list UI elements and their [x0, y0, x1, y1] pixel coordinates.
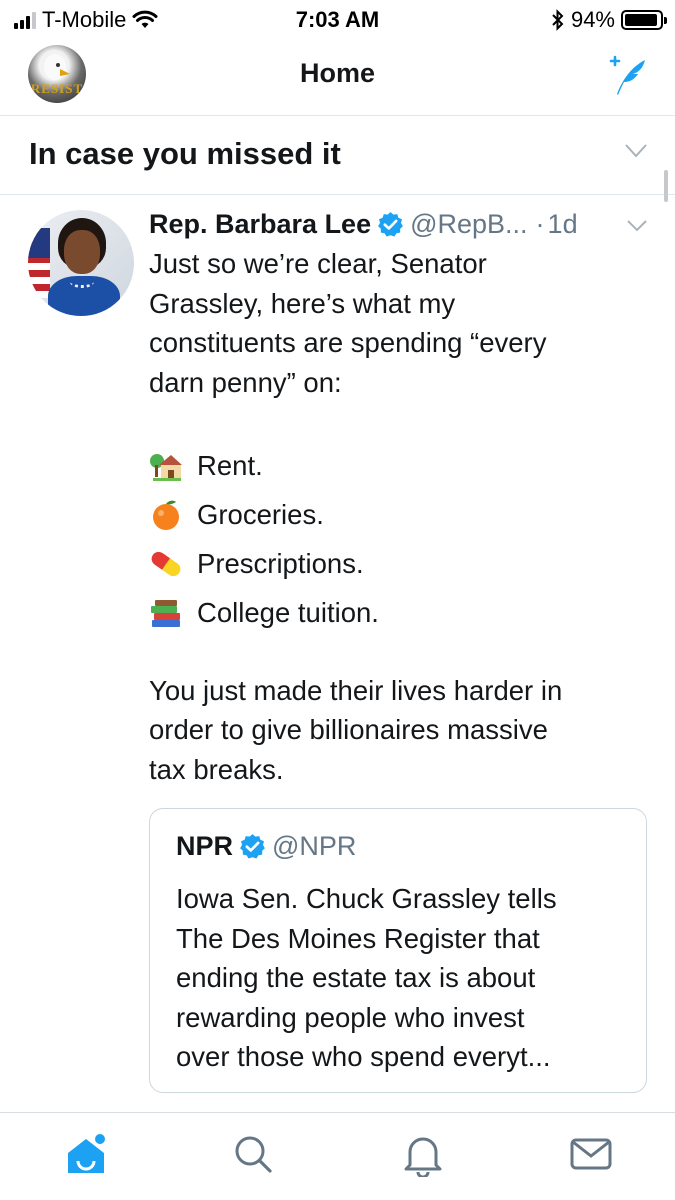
quote-line: over those who spend everyt...	[176, 1041, 551, 1072]
quoted-tweet-header: NPR @NPR	[176, 831, 356, 862]
tweet-author-name[interactable]: Rep. Barbara Lee	[149, 209, 371, 240]
list-item-text: Rent.	[197, 450, 263, 482]
scrollbar[interactable]	[664, 170, 668, 202]
status-bar: T-Mobile 7:03 AM 94%	[0, 0, 675, 40]
compose-tweet-icon[interactable]	[605, 54, 649, 98]
list-item: Rent.	[149, 442, 649, 491]
pill-emoji-icon	[151, 551, 181, 577]
quote-line: rewarding people who invest	[176, 1001, 525, 1033]
quoted-tweet-text: Iowa Sen. Chuck Grassley tells The Des M…	[176, 879, 626, 1077]
tweet-author-handle[interactable]: @RepB...	[410, 209, 527, 240]
tweet-line: constituents are spending “every	[149, 327, 547, 358]
flag-canton	[28, 228, 50, 258]
list-item: Prescriptions.	[149, 540, 649, 589]
tweet-menu-chevron-icon[interactable]	[627, 220, 647, 232]
house-emoji-icon	[150, 454, 182, 481]
tweet-line: Grassley, here’s what my	[149, 287, 456, 319]
tab-bar	[0, 1112, 675, 1200]
tab-home[interactable]	[64, 1131, 110, 1177]
quoted-author-handle: @NPR	[272, 831, 357, 861]
list-item: College tuition.	[149, 589, 649, 638]
tab-search[interactable]	[230, 1131, 276, 1177]
tweet-line: tax breaks.	[149, 753, 284, 785]
tweet-header: Rep. Barbara Lee @RepB... · 1d	[149, 206, 654, 242]
battery-icon	[621, 10, 667, 30]
quote-line: ending the estate tax is about	[176, 962, 536, 993]
quote-line: Iowa Sen. Chuck Grassley tells	[176, 883, 557, 914]
page-title: Home	[299, 58, 375, 88]
tweet-line: Just so we’re clear, Senator	[149, 248, 487, 279]
status-right: 94%	[551, 7, 667, 33]
quoted-tweet-card[interactable]: NPR @NPR Iowa Sen. Chuck Grassley tells …	[149, 808, 647, 1093]
list-item-text: Prescriptions.	[197, 548, 364, 580]
tweet-line: darn penny” on:	[149, 366, 342, 398]
separator-dot: ·	[535, 208, 545, 239]
messages-icon	[570, 1138, 612, 1170]
list-item-text: Groceries.	[197, 499, 324, 531]
home-icon	[68, 1134, 105, 1173]
tab-messages[interactable]	[568, 1131, 614, 1177]
list-item-text: College tuition.	[197, 597, 379, 629]
tweet-line: You just made their lives harder in	[149, 674, 563, 706]
notifications-icon	[404, 1137, 442, 1179]
orange-emoji-icon	[153, 500, 179, 530]
tweet-author-avatar[interactable]	[28, 210, 134, 316]
icymi-header: In case you missed it	[0, 116, 675, 195]
verified-badge-icon	[240, 834, 265, 859]
bluetooth-icon	[552, 9, 564, 31]
verified-badge-icon	[378, 211, 403, 237]
quoted-author-name: NPR	[176, 831, 234, 861]
section-title: In case you missed it	[29, 136, 341, 171]
tweet-text: Just so we’re clear, Senator Grassley, h…	[149, 244, 649, 789]
quote-line: The Des Moines Register that	[176, 922, 540, 954]
avatar-necklace	[70, 276, 94, 288]
books-emoji-icon	[151, 600, 180, 627]
battery-percent: 94%	[570, 7, 615, 32]
nav-bar: RESIST Home	[0, 40, 675, 116]
tweet-line: order to give billionaires massive	[149, 714, 548, 745]
chevron-down-icon[interactable]	[625, 144, 647, 158]
avatar-face	[64, 230, 100, 274]
search-icon	[235, 1136, 272, 1173]
list-item: Groceries.	[149, 491, 649, 540]
tweet-time: 1d	[547, 208, 578, 239]
tab-notifications[interactable]	[400, 1131, 446, 1179]
